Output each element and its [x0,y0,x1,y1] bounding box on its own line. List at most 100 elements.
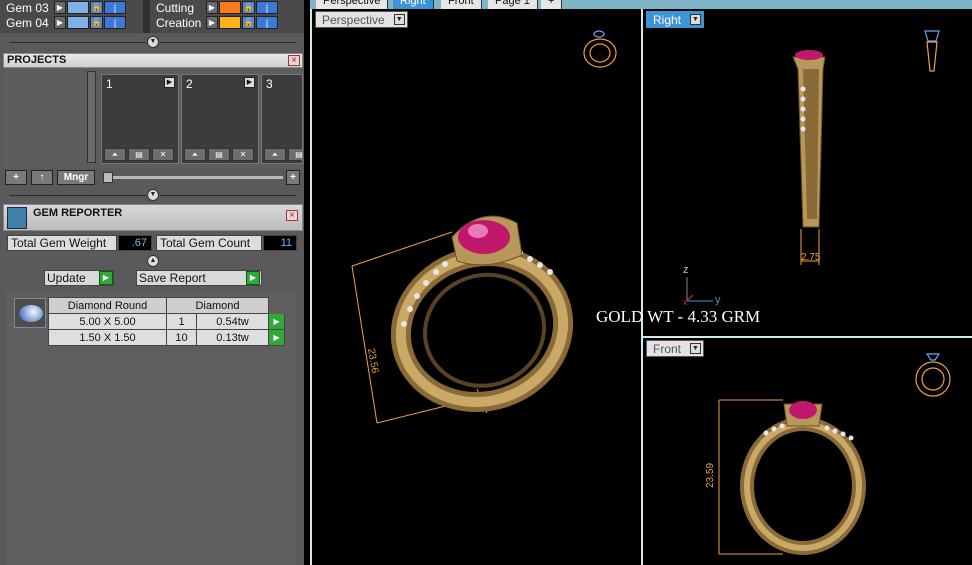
layer-visibility-toggle[interactable]: | [256,16,278,29]
lock-icon[interactable]: 🔒 [242,16,255,29]
play-icon[interactable]: ▶ [268,329,285,346]
gem-size: 5.00 X 5.00 [48,313,167,330]
gem-reporter-icon [7,207,27,229]
column-divider [143,0,150,33]
gem-count: 10 [166,329,197,346]
view-tabs: Perspective Right Front Page 1 + [310,0,972,9]
upload-icon[interactable]: ⏶ [264,148,286,161]
play-icon[interactable]: ▶ [54,16,66,29]
layer-row-gem03[interactable]: Gem 03 ▶ 🔒 | [0,0,126,15]
divider [10,195,146,196]
close-icon[interactable]: × [288,55,300,66]
upload-icon[interactable]: ⏶ [184,148,206,161]
gold-weight-annotation: GOLD WT - 4.33 GRM [596,307,761,326]
tab-front[interactable]: Front [441,0,482,9]
save-icon[interactable]: ▤ [208,148,230,161]
total-gem-count-label: Total Gem Count [156,235,262,251]
vertical-scrollbar[interactable] [87,71,96,163]
divider [10,42,146,43]
project-slot-1[interactable]: 1 ▶ ⏶ ▤ ✕ [101,74,179,164]
diamond-round-icon [14,298,46,328]
tab-page-1[interactable]: Page 1 [488,0,538,9]
gem-size: 1.50 X 1.50 [48,329,167,346]
layer-visibility-toggle[interactable]: | [104,16,126,29]
tab-perspective[interactable]: Perspective [316,0,389,9]
front-viewport[interactable]: Front ▼ 23.59 [643,338,972,565]
play-icon[interactable]: ▶ [244,77,255,88]
gem-reporter-title: GEM REPORTER [33,207,123,219]
delete-icon[interactable]: ✕ [152,148,174,161]
projects-toolbar: + ↑ Mngr + [3,170,303,186]
zoom-slider-thumb[interactable] [103,172,113,183]
ring-front-mini-icon [915,353,951,397]
layer-row-creation[interactable]: Creation ▶ 🔒 | [150,15,278,30]
total-gem-weight-value: .67 [118,235,152,251]
lock-icon[interactable]: 🔒 [90,1,103,14]
move-up-button[interactable]: ↑ [31,170,53,185]
delete-icon[interactable]: ✕ [232,148,254,161]
gem-list: Diamond Round Diamond 5.00 X 5.00 1 0.54… [6,291,296,565]
total-gem-count-value: 11 [263,235,297,251]
play-icon[interactable]: ▶ [99,271,113,285]
table-row[interactable]: 5.00 X 5.00 1 0.54tw ▶ [48,313,285,330]
lock-icon[interactable]: 🔒 [242,1,255,14]
layer-color-swatch[interactable] [67,16,89,29]
projects-panel: 1 ▶ ⏶ ▤ ✕ 2 ▶ ⏶ ▤ ✕ 3 ⏶ ▤ [3,68,303,168]
gem-weight: 0.54tw [196,313,269,330]
dimension-label: 23.56 [365,348,380,375]
right-render: 2.75 z y x [683,30,940,307]
tab-add[interactable]: + [541,0,563,9]
projects-title-bar: PROJECTS × [3,53,303,68]
layers-list: Gem 03 ▶ 🔒 | Gem 04 ▶ 🔒 | Cutting ▶ 🔒 | … [0,0,304,33]
layer-visibility-toggle[interactable]: | [256,1,278,14]
save-icon[interactable]: ▤ [128,148,150,161]
dimension-label: 2.75 [801,252,821,263]
axis-z-label: z [683,264,689,276]
play-icon[interactable]: ▶ [206,1,218,14]
collapse-icon[interactable]: ▼ [147,189,159,201]
slot-number: 2 [186,77,193,91]
slot-number: 3 [266,77,273,91]
layer-name: Creation [156,15,202,30]
play-icon[interactable]: ▶ [54,1,66,14]
close-icon[interactable]: × [286,210,298,221]
axis-y-label: y [715,294,721,306]
layer-color-swatch[interactable] [67,1,89,14]
project-slot-3[interactable]: 3 ⏶ ▤ [261,74,303,164]
perspective-viewport[interactable]: Perspective ▼ 23.56 [312,9,641,565]
layer-name: Cutting [156,0,195,15]
add-project-button[interactable]: + [5,170,27,185]
layer-color-swatch[interactable] [219,1,241,14]
layer-row-gem04[interactable]: Gem 04 ▶ 🔒 | [0,15,126,30]
save-report-button[interactable]: Save Report [136,270,262,286]
front-render: 23.59 [705,353,951,555]
column-header: Diamond [166,297,269,314]
play-icon[interactable]: ▶ [246,271,260,285]
project-slot-2[interactable]: 2 ▶ ⏶ ▤ ✕ [181,74,259,164]
layer-row-cutting[interactable]: Cutting ▶ 🔒 | [150,0,278,15]
viewport-area: Perspective Right Front Page 1 + Perspec… [304,0,972,565]
play-icon[interactable]: ▶ [164,77,175,88]
play-icon[interactable]: ▶ [206,16,218,29]
collapse-icon[interactable]: ▼ [147,36,159,48]
right-viewport[interactable]: Right ▼ 2.75 z y x [643,9,972,336]
collapse-icon[interactable]: ▲ [147,255,159,267]
zoom-slider-track[interactable] [103,176,283,179]
column-header: Diamond Round [48,297,167,314]
manager-button[interactable]: Mngr [57,170,95,185]
save-icon[interactable]: ▤ [288,148,302,161]
upload-icon[interactable]: ⏶ [104,148,126,161]
gem-reporter-title-bar: GEM REPORTER × [3,204,303,231]
layer-name: Gem 03 [6,0,49,15]
zoom-in-button[interactable]: + [286,170,300,185]
layer-visibility-toggle[interactable]: | [104,1,126,14]
left-panel: Gem 03 ▶ 🔒 | Gem 04 ▶ 🔒 | Cutting ▶ 🔒 | … [0,0,304,565]
tab-right[interactable]: Right [393,0,434,9]
lock-icon[interactable]: 🔒 [90,16,103,29]
table-row[interactable]: 1.50 X 1.50 10 0.13tw ▶ [48,329,285,346]
play-icon[interactable]: ▶ [268,313,285,330]
layer-color-swatch[interactable] [219,16,241,29]
axis-x-label: x [683,297,688,307]
divider [160,42,296,43]
ring-side-mini-icon [924,30,940,72]
